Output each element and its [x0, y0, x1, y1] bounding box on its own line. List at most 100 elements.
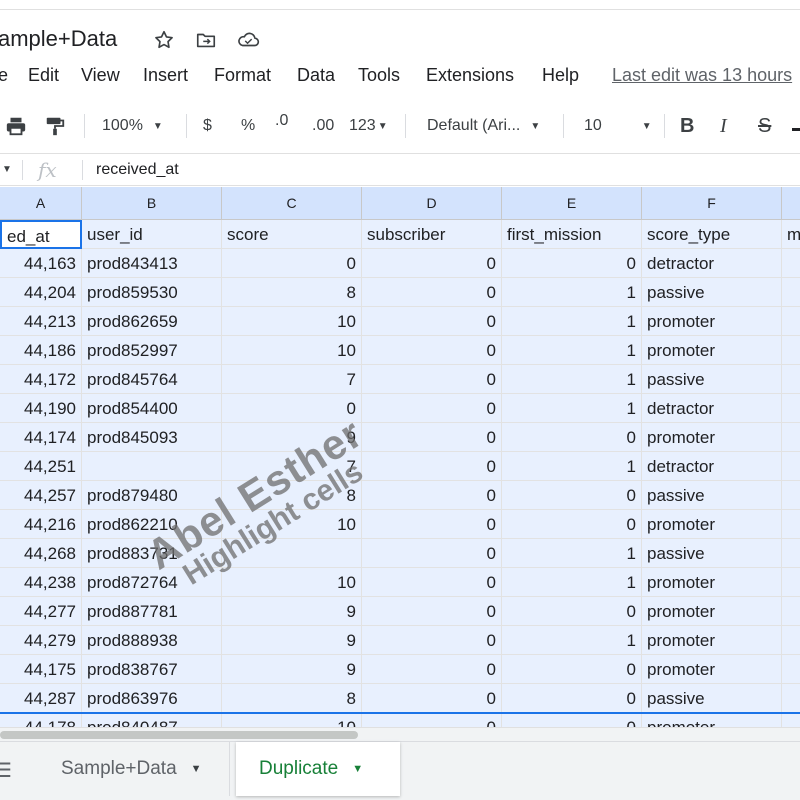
score-cell[interactable]: 0 [222, 249, 362, 278]
score-cell[interactable]: 0 [222, 394, 362, 423]
received-at-cell[interactable]: 44,190 [0, 394, 82, 423]
score-type-cell[interactable]: promoter [642, 568, 782, 597]
overflow-cell[interactable] [782, 481, 800, 510]
zoom-select[interactable]: 100% ▼ [102, 112, 163, 140]
italic-button[interactable]: I [720, 112, 727, 140]
received-at-cell[interactable]: 44,257 [0, 481, 82, 510]
font-family-select[interactable]: Default (Ari... ▼ [427, 112, 540, 140]
subscriber-cell[interactable]: 0 [362, 249, 502, 278]
bold-button[interactable]: B [680, 112, 694, 140]
header-cell-received-at[interactable]: ed_at [0, 220, 82, 249]
header-cell-first-mission[interactable]: first_mission [502, 220, 642, 249]
menu-help[interactable]: Help [542, 65, 579, 86]
sheet-tab-sample-data[interactable]: Sample+Data ▼ [40, 742, 230, 796]
menu-insert[interactable]: Insert [143, 65, 188, 86]
more-formats-button[interactable]: 123 ▼ [349, 112, 388, 140]
menu-view[interactable]: View [81, 65, 120, 86]
strikethrough-button[interactable]: S [758, 112, 771, 140]
score-cell[interactable]: 7 [222, 365, 362, 394]
first-mission-cell[interactable]: 1 [502, 365, 642, 394]
header-cell-user-id[interactable]: user_id [82, 220, 222, 249]
user-id-cell[interactable]: prod863976 [82, 684, 222, 713]
subscriber-cell[interactable]: 0 [362, 278, 502, 307]
overflow-cell[interactable] [782, 307, 800, 336]
first-mission-cell[interactable]: 0 [502, 481, 642, 510]
move-to-folder-icon[interactable] [194, 28, 218, 52]
subscriber-cell[interactable]: 0 [362, 452, 502, 481]
overflow-cell[interactable] [782, 655, 800, 684]
user-id-cell[interactable]: prod854400 [82, 394, 222, 423]
subscriber-cell[interactable]: 0 [362, 684, 502, 713]
header-cell-score[interactable]: score [222, 220, 362, 249]
formula-input[interactable]: received_at [96, 161, 179, 179]
subscriber-cell[interactable]: 0 [362, 423, 502, 452]
first-mission-cell[interactable]: 0 [502, 597, 642, 626]
scrollbar-thumb[interactable] [0, 731, 358, 739]
received-at-cell[interactable]: 44,163 [0, 249, 82, 278]
score-cell[interactable]: 8 [222, 278, 362, 307]
decrease-decimal-button[interactable]: .0 [275, 112, 288, 140]
received-at-cell[interactable]: 44,174 [0, 423, 82, 452]
header-cell-subscriber[interactable]: subscriber [362, 220, 502, 249]
overflow-cell[interactable] [782, 278, 800, 307]
first-mission-cell[interactable]: 0 [502, 713, 642, 727]
score-type-cell[interactable]: detractor [642, 394, 782, 423]
text-color-icon[interactable] [790, 112, 800, 140]
score-type-cell[interactable]: promoter [642, 597, 782, 626]
score-type-cell[interactable]: promoter [642, 423, 782, 452]
overflow-cell[interactable] [782, 510, 800, 539]
first-mission-cell[interactable]: 1 [502, 626, 642, 655]
overflow-cell[interactable] [782, 713, 800, 727]
user-id-cell[interactable]: prod845093 [82, 423, 222, 452]
score-type-cell[interactable]: promoter [642, 713, 782, 727]
score-cell[interactable]: 7 [222, 452, 362, 481]
user-id-cell[interactable]: prod879480 [82, 481, 222, 510]
overflow-cell[interactable] [782, 365, 800, 394]
received-at-cell[interactable]: 44,268 [0, 539, 82, 568]
overflow-cell[interactable] [782, 684, 800, 713]
subscriber-cell[interactable]: 0 [362, 510, 502, 539]
header-cell-score-type[interactable]: score_type [642, 220, 782, 249]
first-mission-cell[interactable]: 1 [502, 394, 642, 423]
overflow-cell[interactable] [782, 394, 800, 423]
subscriber-cell[interactable]: 0 [362, 626, 502, 655]
subscriber-cell[interactable]: 0 [362, 568, 502, 597]
score-type-cell[interactable]: promoter [642, 655, 782, 684]
user-id-cell[interactable]: prod883731 [82, 539, 222, 568]
score-cell[interactable]: 10 [222, 713, 362, 727]
score-cell[interactable]: 9 [222, 655, 362, 684]
column-header-f[interactable]: F [642, 187, 782, 220]
score-cell[interactable]: 8 [222, 481, 362, 510]
column-header-g[interactable] [782, 187, 800, 220]
menu-extensions[interactable]: Extensions [426, 65, 514, 86]
first-mission-cell[interactable]: 1 [502, 539, 642, 568]
received-at-cell[interactable]: 44,175 [0, 655, 82, 684]
star-icon[interactable] [152, 28, 176, 52]
user-id-cell[interactable]: prod852997 [82, 336, 222, 365]
overflow-cell[interactable] [782, 568, 800, 597]
menu-format[interactable]: Format [214, 65, 271, 86]
first-mission-cell[interactable]: 1 [502, 336, 642, 365]
user-id-cell[interactable]: prod838767 [82, 655, 222, 684]
name-box-dropdown-icon[interactable]: ▼ [2, 164, 12, 175]
column-header-c[interactable]: C [222, 187, 362, 220]
user-id-cell[interactable]: prod845764 [82, 365, 222, 394]
received-at-cell[interactable]: 44,186 [0, 336, 82, 365]
first-mission-cell[interactable]: 0 [502, 510, 642, 539]
score-type-cell[interactable]: promoter [642, 510, 782, 539]
first-mission-cell[interactable]: 1 [502, 452, 642, 481]
user-id-cell[interactable]: prod872764 [82, 568, 222, 597]
print-icon[interactable] [4, 112, 28, 140]
received-at-cell[interactable]: 44,172 [0, 365, 82, 394]
received-at-cell[interactable]: 44,277 [0, 597, 82, 626]
user-id-cell[interactable]: prod862659 [82, 307, 222, 336]
menu-tools[interactable]: Tools [358, 65, 400, 86]
document-title[interactable]: ample+Data [0, 26, 117, 52]
score-type-cell[interactable]: passive [642, 278, 782, 307]
all-sheets-icon[interactable]: ☰ [0, 758, 12, 783]
column-header-e[interactable]: E [502, 187, 642, 220]
received-at-cell[interactable]: 44,178 [0, 713, 82, 727]
user-id-cell[interactable]: prod862210 [82, 510, 222, 539]
user-id-cell[interactable] [82, 452, 222, 481]
first-mission-cell[interactable]: 1 [502, 278, 642, 307]
